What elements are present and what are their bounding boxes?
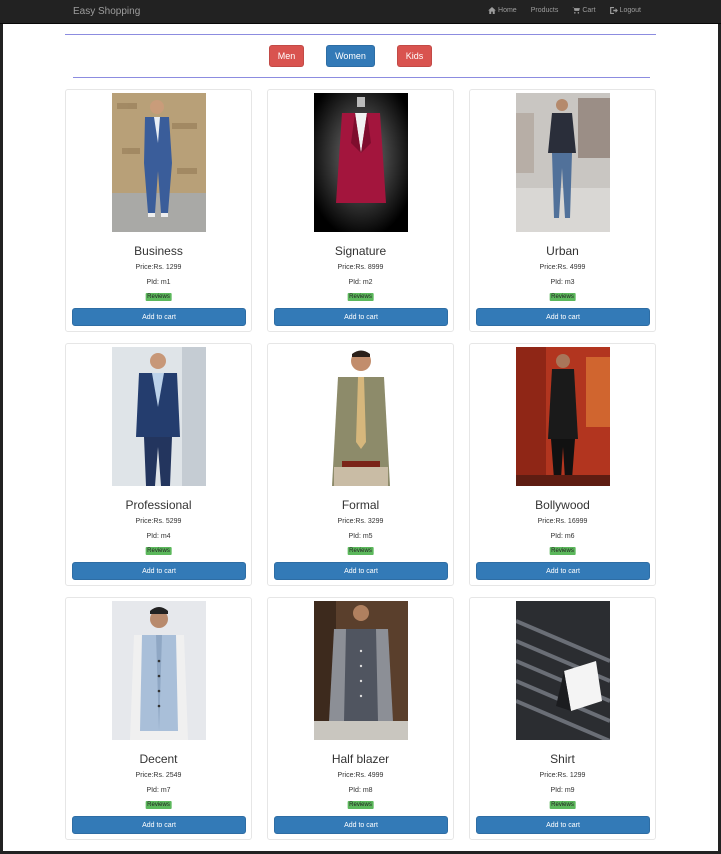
man-light-vest-photo[interactable] <box>112 601 206 740</box>
product-name: Half blazer <box>331 752 390 766</box>
product-id: PId: m8 <box>348 787 373 794</box>
product-name: Decent <box>139 752 178 766</box>
reviews-link[interactable]: Reviews <box>347 547 374 555</box>
man-grey-vest-photo[interactable] <box>314 601 408 740</box>
nav-cart[interactable]: Cart <box>572 7 596 14</box>
man-navy-suit-photo[interactable] <box>112 347 206 486</box>
add-to-cart-button[interactable]: Add to cart <box>476 562 650 580</box>
product-id: PId: m6 <box>550 533 575 540</box>
product-price: Price:Rs. 8999 <box>337 264 384 271</box>
product-price: Price:Rs. 3299 <box>337 518 384 525</box>
reviews-link[interactable]: Reviews <box>549 293 576 301</box>
product-price: Price:Rs. 5299 <box>135 518 182 525</box>
add-to-cart-button[interactable]: Add to cart <box>274 816 448 834</box>
add-to-cart-button[interactable]: Add to cart <box>72 562 246 580</box>
cart-icon <box>572 7 581 14</box>
product-price: Price:Rs. 16999 <box>537 518 588 525</box>
add-to-cart-button[interactable]: Add to cart <box>72 308 246 326</box>
product-id: PId: m4 <box>146 533 171 540</box>
product-name: Shirt <box>550 752 575 766</box>
nav-home-label: Home <box>498 7 517 14</box>
reviews-link[interactable]: Reviews <box>347 801 374 809</box>
product-price: Price:Rs. 4999 <box>539 264 586 271</box>
add-to-cart-button[interactable]: Add to cart <box>274 562 448 580</box>
folded-shirt-photo[interactable] <box>516 601 610 740</box>
man-black-sherwani-photo[interactable] <box>516 347 610 486</box>
category-buttons: Men Women Kids <box>3 45 718 67</box>
product-card: Half blazer Price:Rs. 4999 PId: m8 Revie… <box>267 597 454 840</box>
men-button[interactable]: Men <box>269 45 304 67</box>
divider-top <box>65 34 656 35</box>
nav-logout-label: Logout <box>619 7 641 14</box>
man-jacket-jeans-photo[interactable] <box>516 93 610 232</box>
product-card: Professional Price:Rs. 5299 PId: m4 Revi… <box>65 343 252 586</box>
add-to-cart-button[interactable]: Add to cart <box>476 816 650 834</box>
add-to-cart-button[interactable]: Add to cart <box>72 816 246 834</box>
product-card: Bollywood Price:Rs. 16999 PId: m6 Review… <box>469 343 656 586</box>
man-shirt-tie-photo[interactable] <box>314 347 408 486</box>
add-to-cart-button[interactable]: Add to cart <box>274 308 448 326</box>
product-card: Signature Price:Rs. 8999 PId: m2 Reviews… <box>267 89 454 332</box>
product-id: PId: m9 <box>550 787 575 794</box>
product-id: PId: m3 <box>550 279 575 286</box>
women-button[interactable]: Women <box>326 45 375 67</box>
reviews-link[interactable]: Reviews <box>347 293 374 301</box>
product-name: Urban <box>546 244 579 258</box>
logout-icon <box>609 7 618 14</box>
nav-products-label: Products <box>530 7 559 14</box>
product-name: Business <box>134 244 183 258</box>
product-card: Decent Price:Rs. 2549 PId: m7 Reviews Ad… <box>65 597 252 840</box>
product-id: PId: m7 <box>146 787 171 794</box>
product-card: Urban Price:Rs. 4999 PId: m3 Reviews Add… <box>469 89 656 332</box>
product-id: PId: m5 <box>348 533 373 540</box>
reviews-link[interactable]: Reviews <box>145 293 172 301</box>
reviews-link[interactable]: Reviews <box>549 547 576 555</box>
product-price: Price:Rs. 2549 <box>135 772 182 779</box>
product-price: Price:Rs. 4999 <box>337 772 384 779</box>
product-card: Formal Price:Rs. 3299 PId: m5 Reviews Ad… <box>267 343 454 586</box>
product-name: Signature <box>334 244 387 258</box>
product-name: Formal <box>341 498 380 512</box>
add-to-cart-button[interactable]: Add to cart <box>476 308 650 326</box>
divider-bottom <box>73 77 650 78</box>
reviews-link[interactable]: Reviews <box>145 801 172 809</box>
product-card: Shirt Price:Rs. 1299 PId: m9 Reviews Add… <box>469 597 656 840</box>
nav-home[interactable]: Home <box>488 7 517 14</box>
navbar: Easy Shopping Home Products Cart Logout <box>0 0 721 24</box>
nav-cart-label: Cart <box>582 7 596 14</box>
brand-link[interactable]: Easy Shopping <box>73 6 140 17</box>
main-content: Men Women Kids Business Price:Rs. 1299 P… <box>3 24 718 851</box>
product-price: Price:Rs. 1299 <box>539 772 586 779</box>
man-blue-suit-photo[interactable] <box>112 93 206 232</box>
reviews-link[interactable]: Reviews <box>549 801 576 809</box>
nav-links: Home Products Cart Logout <box>488 7 641 14</box>
product-price: Price:Rs. 1299 <box>135 264 182 271</box>
nav-products[interactable]: Products <box>531 7 559 14</box>
product-id: PId: m1 <box>146 279 171 286</box>
maroon-blazer-photo[interactable] <box>314 93 408 232</box>
reviews-link[interactable]: Reviews <box>145 547 172 555</box>
nav-logout[interactable]: Logout <box>609 7 641 14</box>
kids-button[interactable]: Kids <box>397 45 432 67</box>
product-name: Bollywood <box>535 498 590 512</box>
product-card: Business Price:Rs. 1299 PId: m1 Reviews … <box>65 89 252 332</box>
product-name: Professional <box>125 498 192 512</box>
product-id: PId: m2 <box>348 279 373 286</box>
home-icon <box>488 7 496 14</box>
